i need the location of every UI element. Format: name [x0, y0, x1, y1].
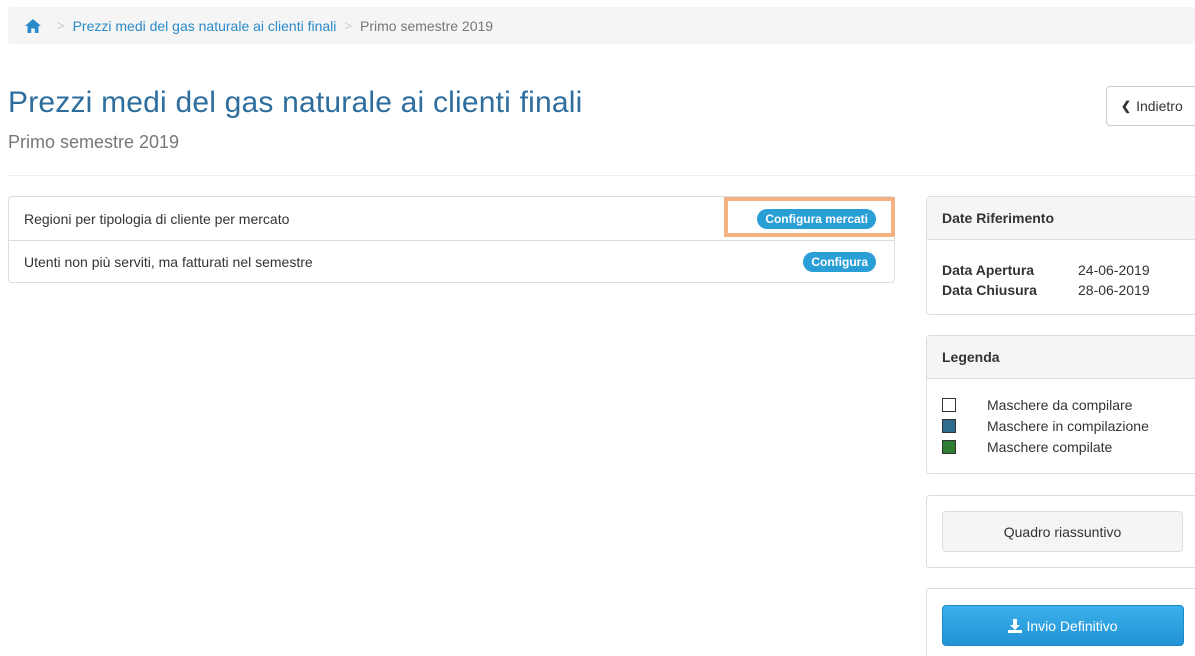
closing-date-value: 28-06-2019: [1078, 282, 1150, 298]
reference-dates-panel: Date Riferimento Data Apertura 24-06-201…: [926, 196, 1195, 315]
legend-label: Maschere in compilazione: [987, 417, 1149, 434]
page-title: Prezzi medi del gas naturale ai clienti …: [8, 86, 583, 119]
mask-label: Utenti non più serviti, ma fatturati nel…: [24, 254, 313, 270]
final-submit-label: Invio Definitivo: [1026, 617, 1118, 634]
list-item: Utenti non più serviti, ma fatturati nel…: [9, 240, 894, 283]
list-item: Regioni per tipologia di cliente per mer…: [9, 197, 894, 240]
opening-date-label: Data Apertura: [942, 262, 1035, 278]
download-icon: [1008, 618, 1023, 633]
breadcrumb-current: Primo semestre 2019: [360, 17, 494, 34]
panel-heading: Date Riferimento: [927, 197, 1195, 240]
final-submit-button[interactable]: Invio Definitivo: [942, 605, 1184, 646]
breadcrumb-separator: >: [344, 18, 352, 33]
legend-item: Maschere in compilazione: [942, 415, 1190, 436]
legend-swatch: [942, 418, 956, 433]
configure-markets-button[interactable]: Configura mercati: [757, 208, 876, 229]
masks-list: Regioni per tipologia di cliente per mer…: [8, 196, 895, 283]
legend-swatch: [942, 397, 956, 412]
legend-label: Maschere da compilare: [987, 396, 1133, 413]
chevron-left-icon: ❮: [1121, 99, 1132, 113]
home-icon[interactable]: [25, 18, 41, 33]
legend-panel: Legenda Maschere da compilare Maschere i…: [926, 335, 1195, 474]
breadcrumb-link-prezzi[interactable]: Prezzi medi del gas naturale ai clienti …: [73, 18, 337, 34]
back-button[interactable]: ❮ Indietro: [1106, 86, 1195, 126]
configure-button[interactable]: Configura: [803, 252, 876, 272]
legend-item: Maschere compilate: [942, 436, 1190, 457]
breadcrumb: > Prezzi medi del gas naturale ai client…: [8, 7, 1195, 44]
back-button-label: Indietro: [1136, 98, 1183, 114]
legend-item: Maschere da compilare: [942, 394, 1190, 415]
submit-panel: Invio Definitivo: [926, 588, 1195, 656]
legend-swatch: [942, 439, 956, 454]
closing-date-label: Data Chiusura: [942, 282, 1037, 298]
mask-label: Regioni per tipologia di cliente per mer…: [24, 210, 290, 227]
page-subtitle: Primo semestre 2019: [8, 132, 180, 152]
opening-date-value: 24-06-2019: [1078, 262, 1150, 278]
summary-panel: Quadro riassuntivo: [926, 495, 1195, 568]
summary-button[interactable]: Quadro riassuntivo: [942, 511, 1183, 552]
divider: [8, 175, 1195, 176]
breadcrumb-separator: >: [57, 18, 65, 33]
panel-heading: Legenda: [927, 336, 1195, 379]
legend-label: Maschere compilate: [987, 438, 1113, 455]
